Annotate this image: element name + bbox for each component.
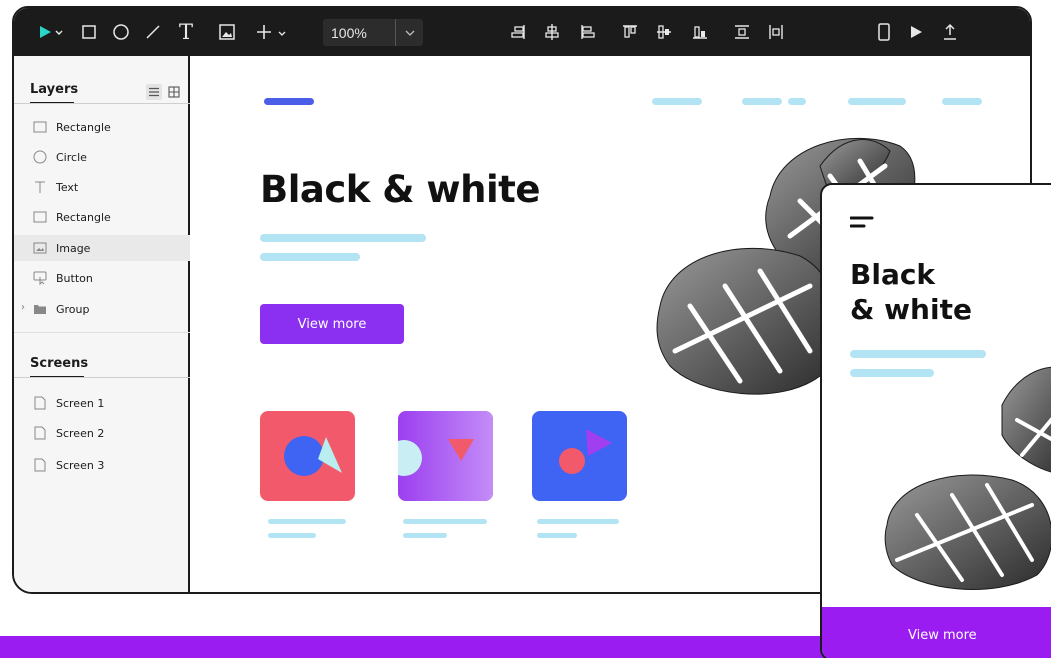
distribute-horizontal-icon[interactable] (766, 20, 786, 44)
layer-item-button[interactable]: Button (14, 265, 190, 291)
monstera-leaf-image (884, 366, 1051, 590)
caption-placeholder (268, 519, 346, 524)
page-icon (32, 457, 48, 473)
phone-title-line-2: & white (850, 293, 972, 326)
layer-label: Image (56, 241, 91, 255)
layer-label: Group (56, 302, 90, 316)
toolbar: T 100% (14, 8, 1030, 56)
nav-link-placeholder (652, 98, 702, 105)
image-icon[interactable] (216, 20, 238, 44)
align-right-icon[interactable] (508, 20, 528, 44)
circle-icon (32, 149, 48, 165)
phone-view-more-button[interactable]: View more (822, 607, 1051, 658)
logo-placeholder (264, 98, 314, 105)
layer-view-toggle (146, 84, 182, 100)
screen-label: Screen 2 (56, 426, 105, 440)
view-more-button[interactable]: View more (260, 304, 404, 344)
nav-link-placeholder (742, 98, 782, 105)
grid-view-icon[interactable] (166, 84, 182, 100)
zoom-value: 100% (331, 24, 367, 41)
card-red[interactable] (260, 411, 355, 501)
align-bottom-icon[interactable] (690, 20, 710, 44)
layer-item-image[interactable]: Image (14, 235, 190, 261)
chevron-down-icon[interactable] (396, 29, 423, 37)
layers-divider (14, 103, 190, 104)
text-line-placeholder (260, 234, 426, 242)
square-icon (32, 119, 48, 135)
line-icon[interactable] (142, 20, 164, 44)
screen-label: Screen 1 (56, 396, 105, 410)
caption-placeholder (268, 533, 316, 538)
chevron-right-icon[interactable]: › (21, 302, 25, 313)
layer-label: Circle (56, 150, 87, 164)
screen-item-2[interactable]: Screen 2 (14, 420, 190, 446)
button-icon (32, 270, 48, 286)
menu-icon[interactable] (850, 215, 876, 231)
page-icon (32, 395, 48, 411)
text-icon (32, 179, 48, 195)
list-view-icon[interactable] (146, 84, 162, 100)
caption-placeholder (403, 519, 487, 524)
caption-placeholder (537, 519, 619, 524)
layer-label: Text (56, 180, 79, 194)
screens-panel-title[interactable]: Screens (30, 356, 88, 371)
plus-icon[interactable] (254, 20, 294, 44)
shapes-illustration (559, 429, 612, 474)
layer-item-group[interactable]: › Group (14, 296, 190, 322)
align-top-icon[interactable] (620, 20, 640, 44)
phone-title-line-1: Black (850, 258, 936, 291)
screen-item-3[interactable]: Screen 3 (14, 452, 190, 478)
page-icon (32, 425, 48, 441)
phone-title[interactable]: Black & white (850, 257, 972, 327)
shapes-illustration (398, 411, 493, 501)
play-icon[interactable] (906, 20, 926, 44)
stage: T 100% Layers Rectangle Circle Text Rect… (0, 0, 1051, 658)
device-preview-icon[interactable] (874, 20, 894, 44)
layer-item-rectangle[interactable]: Rectangle (14, 114, 190, 140)
text-icon[interactable]: T (175, 20, 197, 44)
caption-placeholder (537, 533, 577, 538)
layer-item-rectangle-2[interactable]: Rectangle (14, 204, 190, 230)
nav-link-placeholder (788, 98, 806, 105)
nav-link-placeholder (848, 98, 906, 105)
folder-icon (32, 301, 48, 317)
card-blue[interactable] (532, 411, 627, 501)
card-purple[interactable] (398, 411, 493, 501)
section-divider (14, 332, 190, 333)
pointer-icon[interactable] (36, 20, 66, 44)
caption-placeholder (403, 533, 447, 538)
layers-sidebar: Layers Rectangle Circle Text Rectangle I… (14, 56, 190, 592)
nav-link-placeholder (942, 98, 982, 105)
screen-label: Screen 3 (56, 458, 105, 472)
hero-title[interactable]: Black & white (260, 168, 540, 211)
layer-label: Button (56, 271, 93, 285)
zoom-select[interactable]: 100% (323, 19, 423, 46)
screen-item-1[interactable]: Screen 1 (14, 390, 190, 416)
screens-divider (14, 377, 190, 378)
layers-panel-title[interactable]: Layers (30, 82, 78, 97)
export-icon[interactable] (940, 20, 960, 44)
layer-item-circle[interactable]: Circle (14, 144, 190, 170)
circle-icon[interactable] (110, 20, 132, 44)
align-middle-icon[interactable] (654, 20, 674, 44)
square-icon (32, 209, 48, 225)
phone-preview[interactable]: Black & white View more (820, 183, 1051, 658)
square-icon[interactable] (78, 20, 100, 44)
align-left-icon[interactable] (578, 20, 598, 44)
layer-label: Rectangle (56, 210, 111, 224)
layer-label: Rectangle (56, 120, 111, 134)
text-line-placeholder (260, 253, 360, 261)
image-icon (32, 240, 48, 256)
align-center-horizontal-icon[interactable] (542, 20, 562, 44)
distribute-vertical-icon[interactable] (732, 20, 752, 44)
layer-item-text[interactable]: Text (14, 174, 190, 200)
shapes-illustration (284, 436, 342, 476)
